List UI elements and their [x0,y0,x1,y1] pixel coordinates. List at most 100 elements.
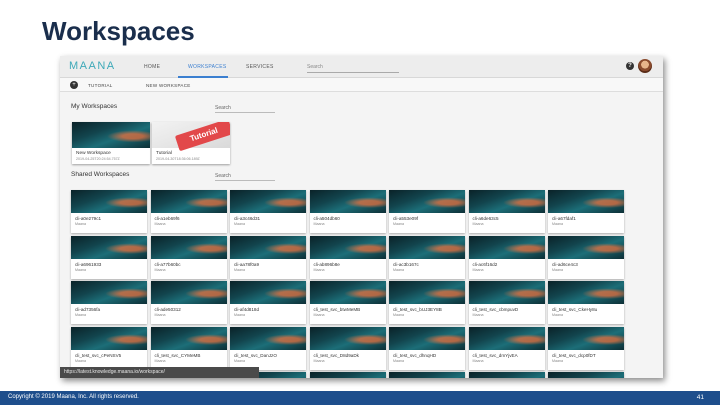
workspace-thumbnail [72,122,150,148]
shared-workspace-tile[interactable]: cli-a6de63c5 Maana [468,190,545,233]
my-workspaces-search[interactable]: Search [215,103,275,113]
workspace-thumbnail [548,326,624,350]
shared-workspace-tile[interactable]: cli_test_svc_cPeNSV5 Maana [71,326,147,370]
workspace-owner: Maana [393,222,404,226]
slide-footer: Copyright © 2019 Maana, Inc. All rights … [0,391,720,405]
shared-workspace-tile[interactable]: cli-ade50312 Maana [150,281,227,324]
workspace-owner: Maana [393,267,404,272]
shared-workspace-tile[interactable]: cli-ac3b167c Maana [389,235,465,279]
workspace-name: cli_test_svc_cbmpuvD [472,307,519,312]
shared-workspace-tile[interactable]: cli-a77b60bc Maana [150,235,227,279]
workspace-owner: Maana [234,222,245,226]
workspace-thumbnail [548,372,624,378]
workspace-name: cli_test_svc_btwMeMB [313,307,361,312]
shared-workspaces-title: Shared Workspaces [71,171,130,178]
shared-workspace-tile[interactable]: cli-ab896b8e Maana [309,235,386,279]
workspace-subnav: + TUTORIAL NEW WORKSPACE [60,78,663,92]
shared-workspace-tile[interactable]: cli_test_svc_DanJzO Maana [230,326,306,370]
workspace-owner: Maana [552,267,563,272]
shared-workspace-tile[interactable]: cli-a6961933 Maana [71,235,147,279]
maana-logo[interactable]: MAANA [69,60,116,72]
shared-workspace-tile[interactable]: cli_test_svc_dmYjvEA Maana [468,326,545,370]
workspace-name: cli_test_svc_dhnqHD [393,352,437,358]
workspace-name: cli-ab896b8e [313,261,340,267]
workspace-name: cli-a504db60 [313,216,340,221]
workspace-name: cli-a553e09f [393,216,419,221]
shared-workspace-tile[interactable]: cli-a504db60 Maana [309,190,386,233]
workspace-thumbnail: Tutorial [152,122,230,152]
workspace-thumbnail [468,190,545,213]
workspace-thumbnail [150,281,227,304]
workspace-thumbnail [548,190,624,213]
workspace-name: cli_test_svc_cPeNSV5 [75,352,122,358]
shared-workspace-tile[interactable]: cli-aa78f0a9 Maana [230,235,306,279]
subnav-tutorial[interactable]: TUTORIAL [88,83,113,88]
slide-title: Workspaces [42,16,195,46]
workspace-thumbnail [309,326,386,350]
shared-workspace-tile[interactable]: cli_test_svc_D8d9aDk Maana [309,326,386,370]
workspace-thumbnail [548,281,624,304]
shared-workspace-tile[interactable]: cli-a553e09f Maana [389,190,465,233]
workspace-owner: Maana [154,222,166,226]
subnav-new-workspace[interactable]: NEW WORKSPACE [146,83,191,88]
nav-workspaces[interactable]: WORKSPACES [188,64,226,70]
shared-workspace-tile[interactable]: cli-ad7356fa Maana [71,281,147,324]
workspace-owner: Maana [154,267,166,272]
workspace-date: 2019-04-25T20:24:54.757Z [76,157,120,161]
shared-workspace-tile[interactable]: cli-ad6ce4c3 Maana [548,235,624,279]
workspace-thumbnail [230,235,306,259]
workspace-card-new-workspace[interactable]: New Workspace 2019-04-25T20:24:54.757Z [72,122,150,164]
shared-workspace-tile[interactable]: cli-a1eb69f6 Maana [150,190,227,233]
workspace-owner: Maana [472,313,484,317]
top-navigation-bar: MAANA HOME WORKSPACES SERVICES Search ? [60,56,663,78]
workspace-name: cli_test_svc_CkeHy8u [552,307,598,312]
workspace-name: cli-ac6f16d2 [472,261,498,267]
shared-workspace-tile[interactable] [389,372,465,378]
workspace-name: cli-a6de63c5 [472,216,499,221]
workspace-thumbnail [389,235,465,259]
shared-workspace-tile[interactable]: cli_test_svc_dhnqHD Maana [389,326,465,370]
shared-workspace-tile[interactable]: cli_test_svc_CYMeMB Maana [150,326,227,370]
shared-workspace-tile[interactable]: cli_test_svc_btwMeMB Maana [309,281,386,324]
workspace-thumbnail [71,190,147,213]
shared-workspace-tile[interactable]: cli-a0e279c1 Maana [71,190,147,233]
help-icon[interactable]: ? [626,62,634,70]
workspace-thumbnail [389,190,465,213]
add-circle-icon[interactable]: + [70,81,78,89]
workspace-name: cli-a67fdaf1 [552,216,576,221]
workspace-name: New Workspace [76,151,111,156]
shared-workspace-tile[interactable]: cli-ac6f16d2 Maana [468,235,545,279]
shared-workspace-tile[interactable]: cli_test_svc_dcp0fDT Maana [548,326,624,370]
workspace-name: cli-a3c46d31 [234,216,261,221]
user-avatar[interactable] [638,59,652,73]
global-search-input[interactable]: Search [307,62,399,73]
workspace-owner: Maana [552,313,563,317]
page-number: 41 [696,394,704,401]
workspace-card-tutorial[interactable]: Tutorial Tutorial 2019-04-30T18:36:06.18… [152,122,230,164]
shared-workspace-tile[interactable] [548,372,624,378]
my-workspaces-title: My Workspaces [71,103,118,110]
shared-workspace-tile[interactable]: cli_test_svc_CkeHy8u Maana [548,281,624,324]
workspace-name: Tutorial [156,151,172,156]
shared-workspace-tile[interactable]: cli-a67fdaf1 Maana [548,190,624,233]
shared-workspace-tile[interactable]: cli_test_svc_bUJ3EY8B Maana [389,281,465,324]
nav-home[interactable]: HOME [144,64,160,70]
shared-workspace-tile[interactable] [309,372,386,378]
workspace-owner: Maana [472,267,484,272]
workspace-name: cli-a6961933 [75,261,102,267]
shared-workspace-tile[interactable]: cli-af4d818d Maana [230,281,306,324]
nav-services[interactable]: SERVICES [246,64,274,70]
shared-workspaces-search[interactable]: Search [215,171,275,181]
workspace-owner: Maana [234,267,245,272]
workspace-thumbnail [150,190,227,213]
workspace-owner: Maana [472,222,484,226]
shared-workspace-tile[interactable] [468,372,545,378]
workspace-thumbnail [309,235,386,259]
workspace-owner: Maana [393,313,404,317]
workspace-thumbnail [71,281,147,304]
shared-workspace-tile[interactable]: cli-a3c46d31 Maana [230,190,306,233]
workspace-thumbnail [150,235,227,259]
shared-workspace-tile[interactable]: cli_test_svc_cbmpuvD Maana [468,281,545,324]
workspace-name: cli-a0e279c1 [75,216,102,221]
workspace-owner: Maana [313,222,325,226]
